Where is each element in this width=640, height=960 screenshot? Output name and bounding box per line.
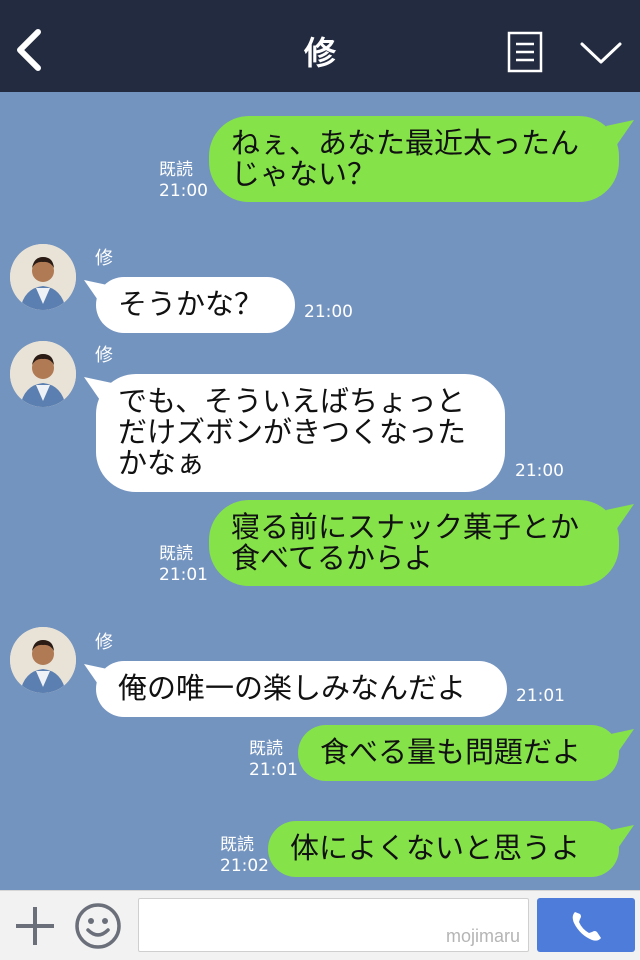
smiley-icon	[75, 903, 121, 949]
their-message-bubble[interactable]: そうかな？	[96, 277, 295, 333]
message-time: 21:01	[516, 686, 565, 706]
bubble-tail	[84, 377, 112, 403]
bubble-tail	[606, 729, 634, 755]
chat-area: ねぇ、あなた最近太ったん じゃない？ 既読 21:00 修 そうかな？ 21:00…	[0, 92, 640, 890]
bubble-tail	[84, 664, 112, 690]
message-time: 21:00	[304, 302, 353, 322]
my-message-bubble[interactable]: 食べる量も問題だよ	[298, 725, 619, 781]
input-bar: mojimaru	[0, 890, 640, 960]
chat-title: 修	[303, 34, 336, 72]
my-message-bubble[interactable]: 体によくないと思うよ	[268, 821, 619, 877]
sender-name: 修	[95, 345, 113, 366]
emoji-button[interactable]	[74, 902, 122, 950]
chat-header: 修	[0, 0, 640, 92]
chevron-down-icon	[580, 42, 622, 64]
bubble-tail	[606, 120, 634, 146]
avatar-photo	[10, 244, 76, 310]
menu-button[interactable]	[507, 31, 543, 73]
avatar-photo	[10, 341, 76, 407]
avatar[interactable]	[10, 341, 76, 407]
bubble-tail	[606, 825, 634, 851]
read-receipt: 既読 21:00	[159, 160, 208, 201]
avatar-photo	[10, 627, 76, 693]
avatar[interactable]	[10, 244, 76, 310]
plus-icon	[16, 907, 54, 945]
sender-name: 修	[95, 632, 113, 653]
add-button[interactable]	[14, 905, 56, 947]
read-receipt: 既読 21:01	[159, 544, 208, 585]
phone-icon	[572, 912, 601, 941]
menu-list-icon	[507, 31, 543, 73]
watermark: mojimaru	[445, 926, 520, 946]
message-time: 21:00	[515, 461, 564, 481]
read-receipt: 既読 21:01	[249, 739, 298, 780]
message-input[interactable]: mojimaru	[138, 898, 529, 952]
bubble-tail	[84, 280, 112, 306]
their-message-bubble[interactable]: 俺の唯一の楽しみなんだよ	[96, 661, 507, 717]
read-receipt: 既読 21:02	[220, 835, 269, 876]
bubble-tail	[606, 504, 634, 530]
their-message-bubble[interactable]: でも、そういえばちょっと だけズボンがきつくなった かなぁ	[96, 374, 505, 492]
sender-name: 修	[95, 248, 113, 269]
my-message-bubble[interactable]: 寝る前にスナック菓子とか 食べてるからよ	[209, 500, 619, 586]
avatar[interactable]	[10, 627, 76, 693]
call-button[interactable]	[537, 898, 635, 952]
my-message-bubble[interactable]: ねぇ、あなた最近太ったん じゃない？	[209, 116, 619, 202]
expand-button[interactable]	[578, 34, 624, 70]
